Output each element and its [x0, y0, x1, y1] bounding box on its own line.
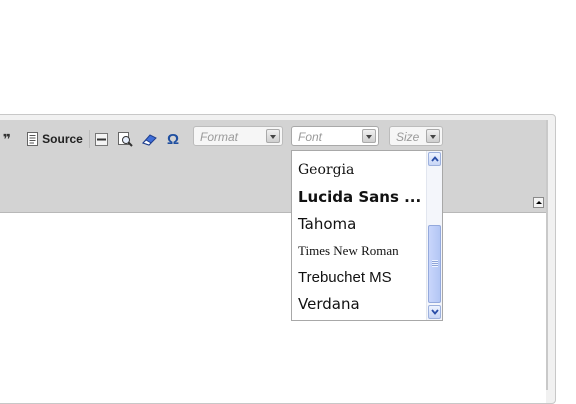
- font-option-tahoma[interactable]: Tahoma: [298, 215, 356, 233]
- font-combo-label: Font: [298, 130, 323, 144]
- grip-icon: [432, 260, 438, 267]
- horizontal-rule-button[interactable]: [93, 129, 109, 149]
- chevron-down-icon: [431, 309, 439, 315]
- font-option-times-new-roman[interactable]: Times New Roman: [298, 243, 399, 259]
- chevron-down-icon[interactable]: [426, 129, 440, 143]
- source-label: Source: [42, 132, 83, 146]
- font-option-trebuchet-ms[interactable]: Trebuchet MS: [298, 269, 392, 286]
- collapse-toolbar-icon[interactable]: [533, 197, 544, 208]
- scroll-down-button[interactable]: [428, 305, 441, 319]
- source-button[interactable]: Source: [24, 129, 86, 149]
- find-icon: [117, 131, 133, 147]
- format-combo[interactable]: Format: [193, 126, 283, 146]
- chevron-down-icon[interactable]: [266, 129, 280, 143]
- scrollbar-thumb[interactable]: [428, 225, 441, 303]
- toolbar-separator: [89, 130, 90, 148]
- size-combo[interactable]: Size: [389, 126, 443, 146]
- scroll-up-button[interactable]: [428, 152, 441, 166]
- chevron-down-icon[interactable]: [362, 129, 376, 143]
- font-option-verdana[interactable]: Verdana: [298, 295, 360, 313]
- remove-format-icon: [141, 133, 157, 146]
- toolbar-row: ❞ Source Ω Format Font Size: [0, 126, 548, 152]
- find-button[interactable]: [116, 129, 134, 149]
- font-combo[interactable]: Font: [291, 126, 379, 146]
- source-document-icon: [27, 132, 39, 146]
- font-dropdown: Georgia Lucida Sans ... Tahoma Times New…: [291, 150, 443, 321]
- editor-scrollbar-track[interactable]: [546, 120, 548, 390]
- special-char-icon[interactable]: Ω: [164, 129, 182, 149]
- blockquote-icon[interactable]: ❞: [0, 129, 14, 149]
- editor-toolbar: ❞ Source Ω Format Font Size: [0, 120, 548, 213]
- size-combo-label: Size: [396, 130, 420, 144]
- font-option-lucida-sans[interactable]: Lucida Sans ...: [298, 188, 421, 206]
- font-dropdown-scrollbar[interactable]: [426, 151, 442, 320]
- font-option-georgia[interactable]: Georgia: [298, 162, 354, 178]
- format-combo-label: Format: [200, 130, 239, 144]
- editor-content-area[interactable]: [0, 213, 546, 403]
- remove-format-button[interactable]: [140, 129, 158, 149]
- chevron-up-icon: [431, 156, 439, 162]
- horizontal-rule-icon: [94, 132, 108, 146]
